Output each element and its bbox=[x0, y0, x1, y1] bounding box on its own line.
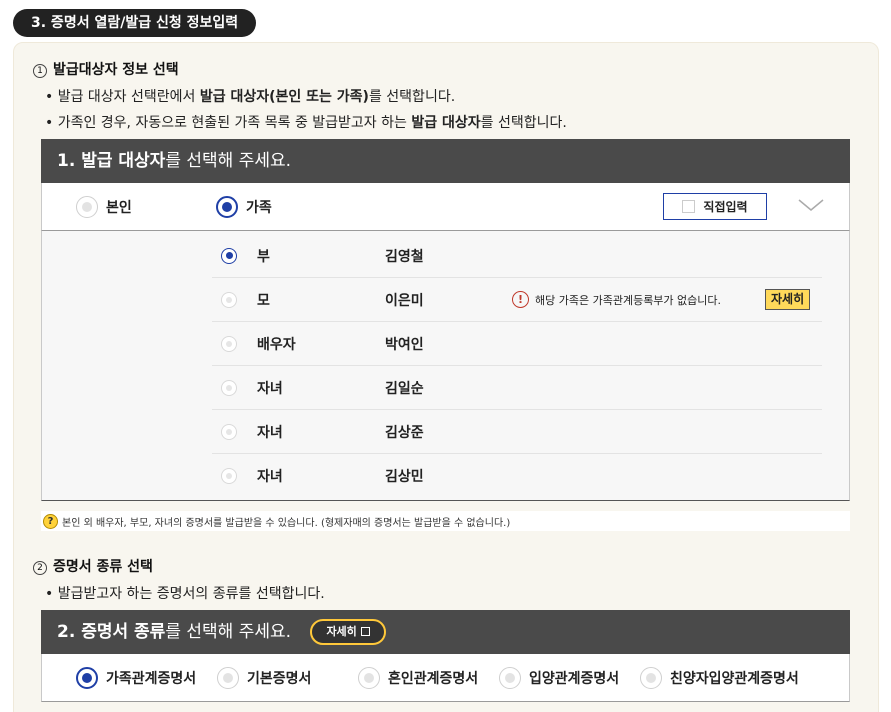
radio-circle-icon[interactable] bbox=[221, 379, 237, 396]
bullet-text: • 가족인 경우, 자동으로 현출된 가족 목록 중 발급받고자 하는 bbox=[45, 115, 412, 131]
radio-marriage-cert[interactable]: 혼인관계증명서 bbox=[358, 667, 478, 689]
note-text: 본인 외 배우자, 부모, 자녀의 증명서를 발급받을 수 있습니다. (형제자… bbox=[62, 517, 511, 529]
radio-circle-icon[interactable] bbox=[221, 423, 237, 440]
family-name: 김상준 bbox=[385, 424, 424, 441]
direct-input-label: 직접입력 bbox=[703, 200, 748, 214]
step2-heading: 2 증명서 종류 선택 bbox=[33, 556, 153, 576]
step1-heading: 1 발급대상자 정보 선택 bbox=[33, 59, 179, 79]
radio-circle-icon bbox=[358, 667, 380, 689]
bar-title-rest: 를 선택해 주세요. bbox=[165, 622, 292, 642]
family-row[interactable]: 부 김영철 bbox=[212, 234, 822, 278]
radio-circle-icon bbox=[76, 196, 98, 218]
family-list: 부 김영철 모 이은미 ! 해당 가족은 가족관계등록부가 없습니다. 자세히 … bbox=[41, 231, 850, 501]
radio-circle-icon bbox=[217, 667, 239, 689]
radio-family-cert[interactable]: 가족관계증명서 bbox=[76, 667, 196, 689]
external-link-icon bbox=[360, 627, 370, 636]
bullet-text: • 발급 대상자 선택란에서 bbox=[45, 89, 200, 105]
family-name: 박여인 bbox=[385, 336, 424, 353]
checkbox-icon bbox=[682, 200, 696, 213]
radio-circle-icon[interactable] bbox=[221, 247, 237, 264]
radio-family[interactable]: 가족 bbox=[216, 196, 272, 218]
family-name: 이은미 bbox=[385, 292, 424, 309]
bullet-bold: 발급 대상자(본인 또는 가족) bbox=[199, 89, 369, 105]
family-row[interactable]: 자녀 김일순 bbox=[212, 366, 822, 410]
family-name: 김일순 bbox=[385, 380, 424, 397]
radio-circle-icon[interactable] bbox=[221, 335, 237, 352]
step-number-badge: 1 bbox=[33, 64, 47, 78]
radio-adoption-cert[interactable]: 입양관계증명서 bbox=[499, 667, 619, 689]
step1-bullet-1: • 발급 대상자 선택란에서 발급 대상자(본인 또는 가족)를 선택합니다. bbox=[45, 86, 455, 106]
bullet-text: 를 선택합니다. bbox=[368, 89, 456, 105]
detail-label: 자세히 bbox=[326, 625, 357, 638]
radio-basic-cert[interactable]: 기본증명서 bbox=[217, 667, 311, 689]
step1-bullet-2: • 가족인 경우, 자동으로 현출된 가족 목록 중 발급받고자 하는 발급 대… bbox=[45, 112, 567, 132]
radio-label: 친양자입양관계증명서 bbox=[670, 671, 799, 687]
radio-circle-icon[interactable] bbox=[221, 468, 237, 484]
family-warning: ! 해당 가족은 가족관계등록부가 없습니다. bbox=[512, 291, 721, 308]
family-name: 김상민 bbox=[385, 469, 424, 485]
cert-detail-button[interactable]: 자세히 bbox=[310, 619, 386, 645]
family-relation: 배우자 bbox=[257, 336, 296, 353]
family-relation: 모 bbox=[257, 292, 270, 309]
family-row[interactable]: 자녀 김상준 bbox=[212, 410, 822, 454]
radio-circle-icon bbox=[216, 196, 238, 218]
family-note: ? 본인 외 배우자, 부모, 자녀의 증명서를 발급받을 수 있습니다. (형… bbox=[41, 511, 850, 531]
warning-text: 해당 가족은 가족관계등록부가 없습니다. bbox=[535, 293, 722, 307]
radio-label: 가족관계증명서 bbox=[106, 671, 197, 687]
radio-self[interactable]: 본인 bbox=[76, 196, 132, 218]
family-relation: 자녀 bbox=[257, 424, 283, 441]
target-radio-row: 본인 가족 직접입력 bbox=[41, 183, 850, 231]
step-number-badge: 2 bbox=[33, 561, 47, 575]
radio-circle-icon bbox=[499, 667, 521, 689]
bar-title-bold: 1. 발급 대상자 bbox=[57, 151, 166, 171]
chevron-down-icon[interactable] bbox=[798, 195, 824, 215]
family-row[interactable]: 배우자 박여인 bbox=[212, 322, 822, 366]
radio-label: 본인 bbox=[106, 200, 132, 216]
cert-radio-row: 가족관계증명서 기본증명서 혼인관계증명서 입양관계증명서 친양자입양관계증명서 bbox=[41, 654, 850, 702]
step2-bullet-1: • 발급받고자 하는 증명서의 종류를 선택합니다. bbox=[45, 586, 325, 602]
section-title: 3. 증명서 열람/발급 신청 정보입력 bbox=[13, 9, 257, 37]
radio-label: 혼인관계증명서 bbox=[388, 671, 479, 687]
radio-circle-icon[interactable] bbox=[221, 291, 237, 308]
target-select-bar: 1. 발급 대상자를 선택해 주세요. bbox=[41, 139, 850, 183]
question-icon: ? bbox=[43, 513, 58, 529]
radio-label: 입양관계증명서 bbox=[529, 671, 620, 687]
radio-circle-icon bbox=[640, 667, 662, 689]
radio-label: 가족 bbox=[246, 200, 272, 216]
radio-label: 기본증명서 bbox=[247, 671, 312, 687]
family-name: 김영철 bbox=[385, 248, 424, 265]
cert-type-bar: 2. 증명서 종류를 선택해 주세요. 자세히 bbox=[41, 610, 850, 654]
family-relation: 자녀 bbox=[257, 380, 283, 397]
bar-title-bold: 2. 증명서 종류 bbox=[57, 622, 166, 642]
detail-button[interactable]: 자세히 bbox=[765, 289, 811, 310]
family-relation: 부 bbox=[257, 248, 270, 265]
radio-circle-icon bbox=[76, 667, 98, 689]
bar-title-rest: 를 선택해 주세요. bbox=[165, 151, 292, 171]
step1-title: 발급대상자 정보 선택 bbox=[53, 62, 179, 78]
bullet-text: 를 선택합니다. bbox=[480, 115, 567, 131]
family-row[interactable]: 자녀 김상민 bbox=[212, 454, 822, 498]
exclamation-icon: ! bbox=[512, 291, 529, 308]
step2-title: 증명서 종류 선택 bbox=[53, 559, 153, 575]
bullet-bold: 발급 대상자 bbox=[411, 115, 481, 131]
family-relation: 자녀 bbox=[257, 469, 283, 485]
family-row[interactable]: 모 이은미 ! 해당 가족은 가족관계등록부가 없습니다. 자세히 bbox=[212, 278, 822, 322]
radio-full-adoption-cert[interactable]: 친양자입양관계증명서 bbox=[640, 667, 799, 689]
direct-input-button[interactable]: 직접입력 bbox=[663, 193, 767, 220]
